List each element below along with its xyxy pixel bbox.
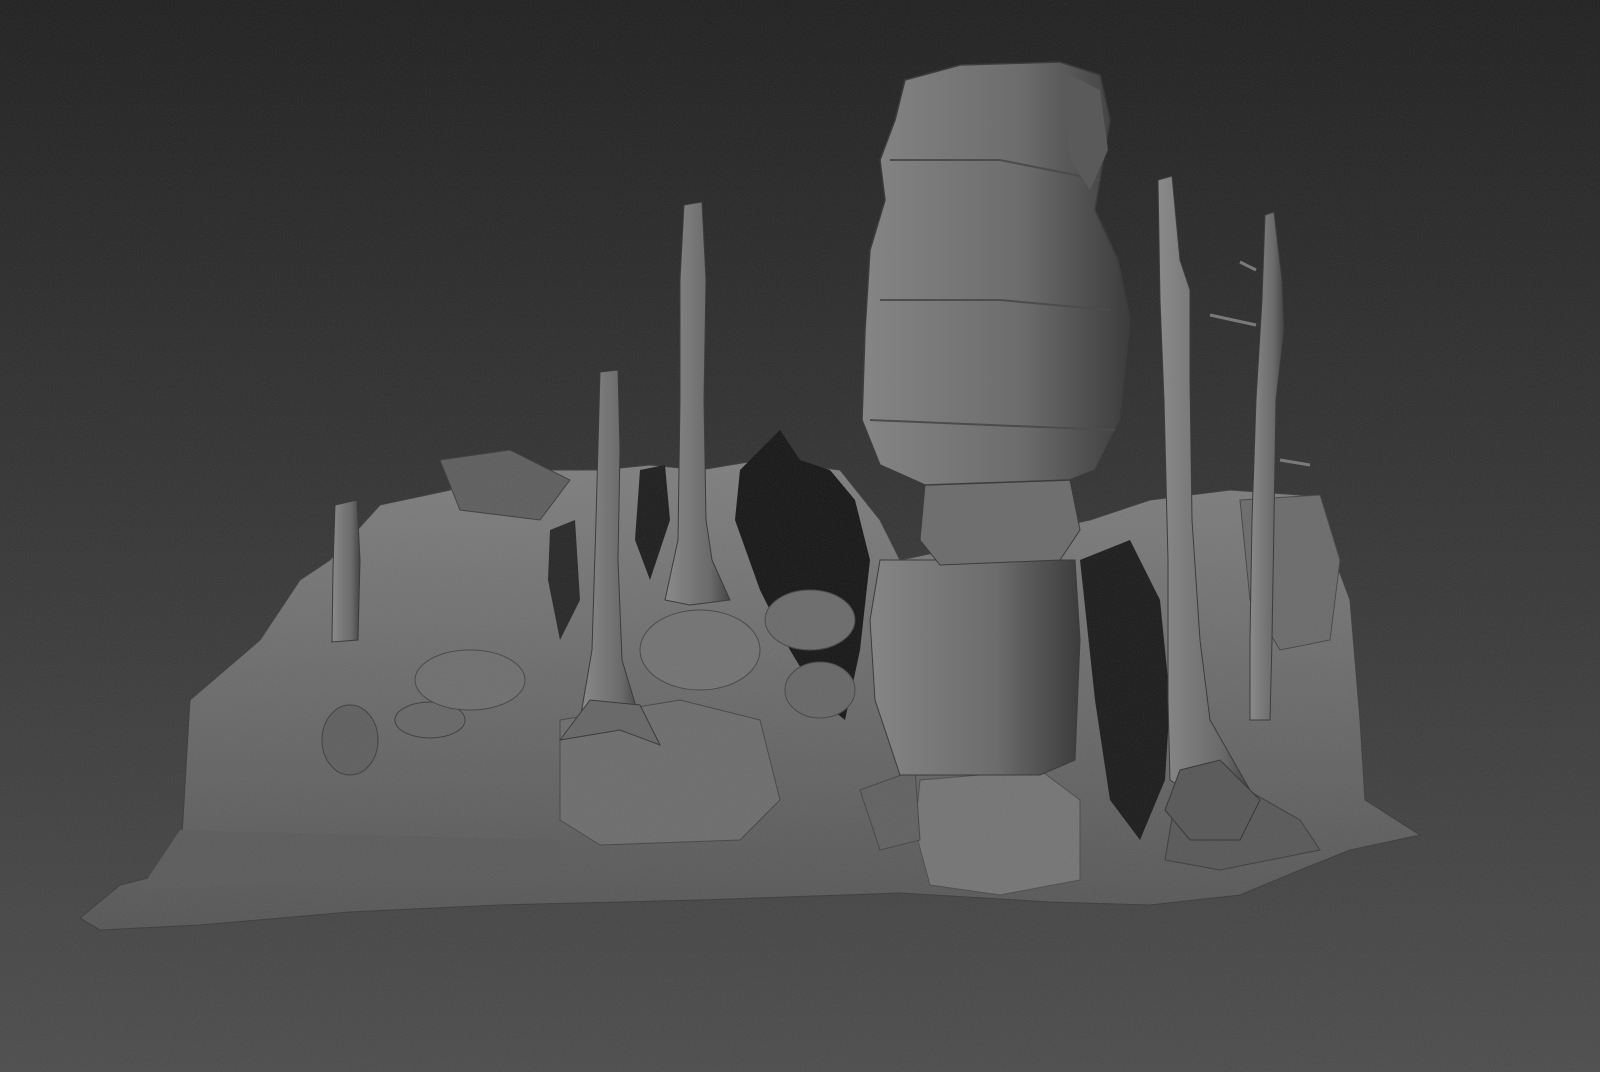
terrain-mesh[interactable] (0, 0, 1600, 1072)
tree-trunk-1[interactable] (331, 499, 361, 643)
3d-viewport[interactable] (0, 0, 1600, 1072)
viewport-canvas[interactable] (0, 0, 1600, 1072)
mesh-surface-noise (0, 0, 1600, 1072)
